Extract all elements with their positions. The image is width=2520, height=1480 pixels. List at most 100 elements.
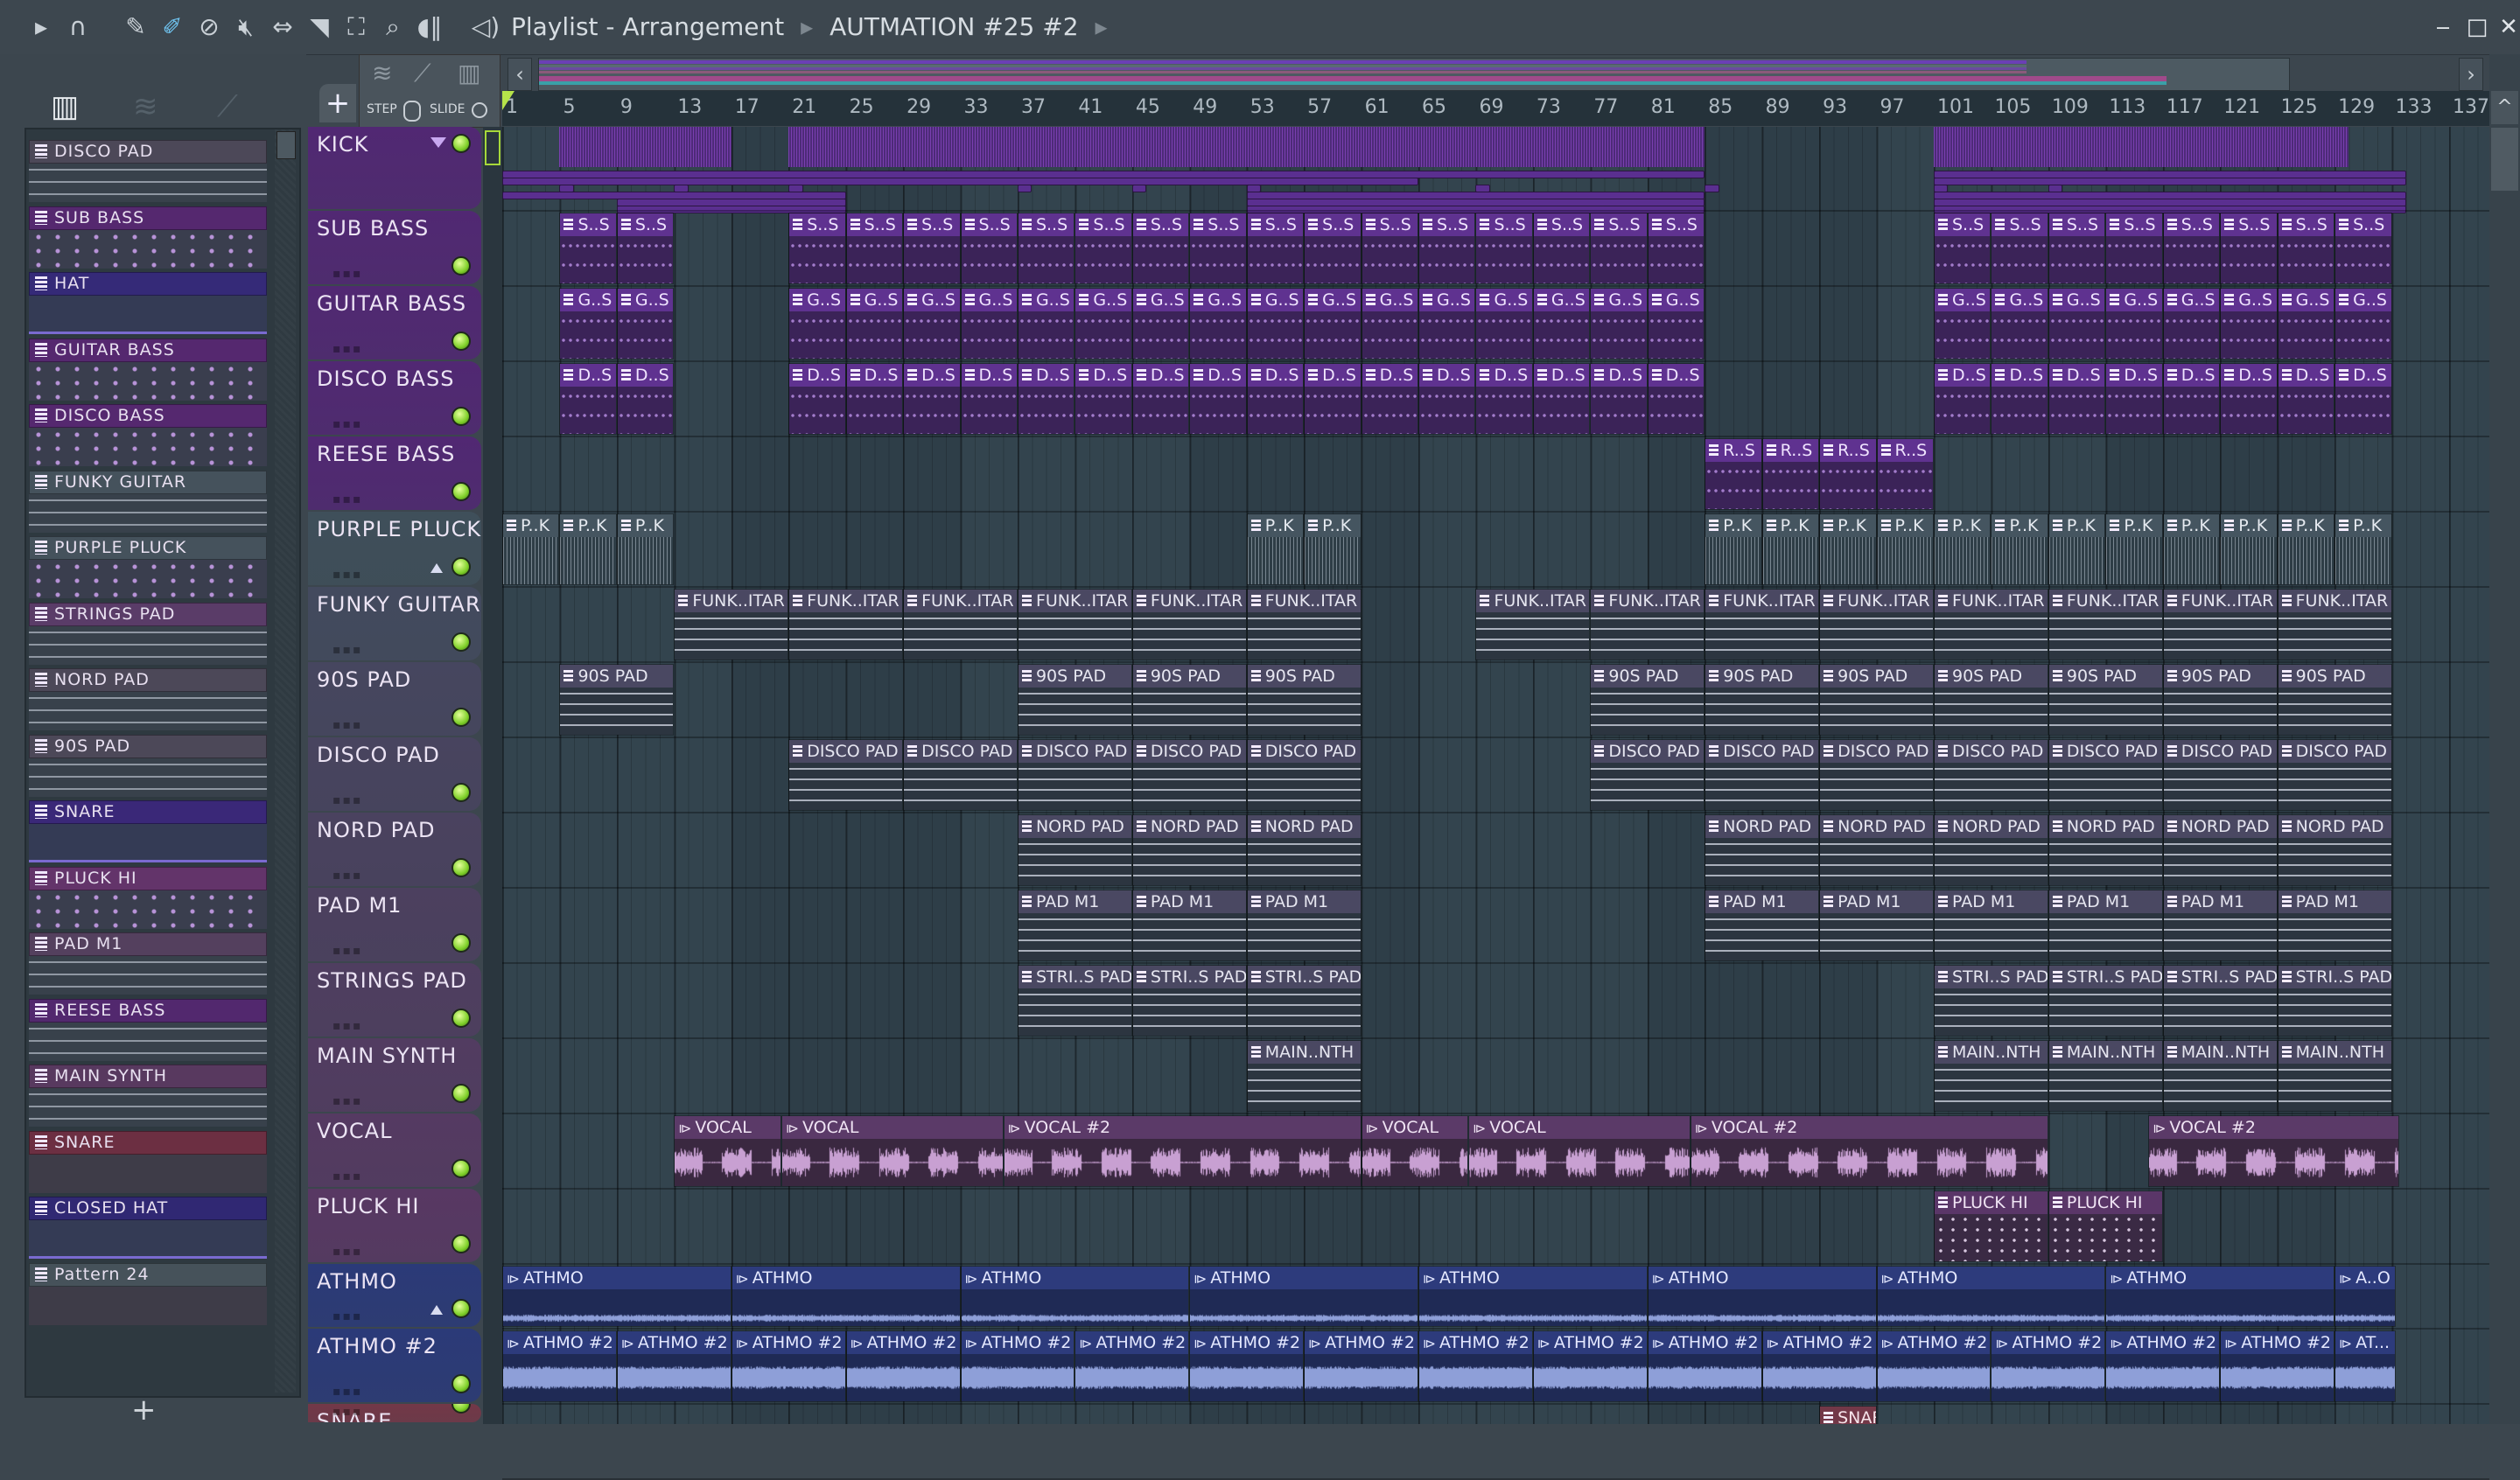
track-mute-led[interactable] — [452, 482, 471, 501]
track-mute-led[interactable] — [452, 1404, 471, 1414]
audio-clip[interactable]: ⧐ ATHMO #2 — [1647, 1330, 1762, 1402]
clip-header[interactable]: S..S — [1132, 213, 1189, 236]
clip-header[interactable]: NORD PAD — [1018, 815, 1131, 838]
audio-clip[interactable]: ⧐ ATHMO #2 — [616, 1330, 732, 1402]
clip-header[interactable]: ⧐ ATHMO #2 — [1419, 1331, 1532, 1354]
pattern-clip[interactable]: S..S — [2277, 213, 2335, 284]
paint-tool-icon[interactable]: ✐ — [158, 12, 187, 42]
audio-clip[interactable]: ⧐ ATHMO #2 — [2220, 1330, 2335, 1402]
vertical-scrollbar-thumb[interactable] — [2491, 128, 2518, 191]
pattern-clip[interactable]: DISCO PAD — [2048, 739, 2163, 811]
pattern-clip[interactable]: D..S — [2220, 363, 2278, 435]
clip-header[interactable]: FUNK..ITAR — [904, 590, 1017, 612]
clip-header[interactable]: DISCO PAD — [1132, 740, 1246, 763]
clip-header[interactable]: ⧐ ATHMO — [1190, 1267, 1418, 1289]
pattern-clip[interactable]: G..S — [788, 288, 846, 360]
track-mute-led[interactable] — [452, 858, 471, 877]
slice-tool-icon[interactable]: ◥ — [304, 12, 334, 42]
clip-header[interactable]: P..K — [2163, 514, 2220, 537]
clip-header[interactable]: DISCO PAD — [1247, 740, 1361, 763]
clip-header[interactable]: ⧐ VOCAL #2 — [1690, 1116, 2048, 1139]
clip-header[interactable]: S..S — [2278, 213, 2334, 236]
audio-clip[interactable]: ⧐ ATHMO #2 — [1304, 1330, 1419, 1402]
clip-header[interactable]: D..S — [1476, 364, 1532, 387]
picker-item[interactable]: PLUCK HI — [29, 866, 267, 930]
clip-header[interactable]: P..K — [1762, 514, 1819, 537]
track-mute-led[interactable] — [452, 1159, 471, 1178]
pattern-clip[interactable]: FUNK..ITAR — [1246, 589, 1362, 660]
pattern-clip[interactable]: FUNK..ITAR — [1590, 589, 1705, 660]
pattern-clip[interactable]: D..S — [2162, 363, 2221, 435]
track-more-icon[interactable]: ▪▪▪ — [332, 869, 362, 883]
track-header[interactable]: SNARE ▪▪▪ — [308, 1404, 481, 1422]
pattern-clip[interactable]: 90S PAD — [2162, 664, 2278, 736]
clip-header[interactable]: STRI..S PAD — [1132, 966, 1246, 988]
pattern-clip[interactable]: S..S — [2334, 213, 2392, 284]
pattern-clip[interactable]: 90S PAD — [559, 664, 675, 736]
clip-header[interactable]: ⧐ ATHMO — [2106, 1267, 2334, 1289]
clip-header[interactable]: ⧐ ATHMO #2 — [961, 1331, 1074, 1354]
piano-icon[interactable]: ▥ — [51, 89, 79, 124]
pattern-clip[interactable]: PAD M1 — [1246, 890, 1362, 961]
pattern-clip[interactable]: STRI..S PAD — [2277, 965, 2392, 1037]
clip-header[interactable]: 90S PAD — [1132, 665, 1246, 688]
track-header[interactable]: NORD PAD ▪▪▪ — [308, 813, 481, 886]
pattern-clip[interactable]: FUNK..ITAR — [1819, 589, 1934, 660]
pattern-clip[interactable]: G..S — [1304, 288, 1362, 360]
audio-clip[interactable]: ⧐ ATHMO — [1418, 1266, 1648, 1327]
picker-item[interactable]: PURPLE PLUCK — [29, 536, 267, 599]
track-header[interactable]: 90S PAD ▪▪▪ — [308, 662, 481, 736]
pattern-clip[interactable]: DISCO PAD — [1819, 739, 1934, 811]
pattern-clip[interactable]: D..S — [1991, 363, 2048, 435]
audio-clip[interactable]: ⧐ ATHMO — [731, 1266, 961, 1327]
clip-header[interactable]: G..S — [2221, 289, 2277, 311]
clip-header[interactable]: ⧐ ATHMO #2 — [1648, 1331, 1761, 1354]
pattern-clip[interactable]: G..S — [1475, 288, 1533, 360]
clip-header[interactable]: 90S PAD — [1820, 665, 1933, 688]
clip-header[interactable]: S..S — [904, 213, 960, 236]
clip-header[interactable]: ⧐ ATHMO — [1877, 1267, 2105, 1289]
track-header[interactable]: PURPLE PLUCK ▪▪▪ — [308, 512, 481, 585]
clip-header[interactable]: 90S PAD — [1935, 665, 2048, 688]
kick-lane-selector[interactable] — [485, 130, 500, 165]
clip-header[interactable]: S..S — [846, 213, 903, 236]
pattern-clip[interactable]: D..S — [1590, 363, 1648, 435]
clip-header[interactable]: DISCO PAD — [1591, 740, 1704, 763]
kick-lane-clip[interactable] — [1131, 185, 1147, 192]
pattern-clip[interactable]: D..S — [845, 363, 904, 435]
audio-clip[interactable]: ⧐ VOCAL #2 — [2148, 1115, 2399, 1187]
pattern-clip[interactable]: PAD M1 — [1704, 890, 1820, 961]
audio-clip[interactable]: ⧐ ATHMO #2 — [960, 1330, 1075, 1402]
pattern-clip[interactable]: D..S — [1131, 363, 1190, 435]
audio-clip[interactable]: ⧐ ATHMO #2 — [731, 1330, 846, 1402]
pattern-clip[interactable]: P..K — [2220, 513, 2278, 585]
clip-header[interactable]: ⧐ VOCAL — [782, 1116, 1003, 1139]
clip-header[interactable]: G..S — [2048, 289, 2105, 311]
audio-clip[interactable]: ⧐ ATHMO — [1876, 1266, 2106, 1327]
pattern-clip[interactable]: G..S — [1017, 288, 1075, 360]
clip-header[interactable]: FUNK..ITAR — [1820, 590, 1933, 612]
track-mute-led[interactable] — [452, 1299, 471, 1318]
pattern-clip[interactable]: FUNK..ITAR — [903, 589, 1018, 660]
audio-clip[interactable]: ⧐ ATHMO — [2105, 1266, 2335, 1327]
pattern-clip[interactable]: PAD M1 — [1819, 890, 1934, 961]
pattern-clip[interactable]: D..S — [1647, 363, 1705, 435]
audio-clip[interactable]: ⧐ ATHMO — [1647, 1266, 1877, 1327]
pattern-clip[interactable]: G..S — [1532, 288, 1591, 360]
pattern-clip[interactable]: P..K — [502, 513, 560, 585]
clip-header[interactable]: ⧐ ATHMO #2 — [1992, 1331, 2105, 1354]
picker-item[interactable]: GUITAR BASS — [29, 338, 267, 401]
clip-header[interactable]: D..S — [2106, 364, 2162, 387]
pattern-clip[interactable]: P..K — [1246, 513, 1305, 585]
pattern-clip[interactable]: G..S — [2277, 288, 2335, 360]
clip-header[interactable]: DISCO PAD — [2048, 740, 2162, 763]
track-more-icon[interactable]: ▪▪▪ — [332, 1019, 362, 1033]
clip-header[interactable]: D..S — [846, 364, 903, 387]
pattern-clip[interactable]: S..S — [1991, 213, 2048, 284]
clip-header[interactable]: ⧐ VOCAL — [1469, 1116, 1690, 1139]
audio-clip[interactable]: ⧐ ATHMO #2 — [1074, 1330, 1190, 1402]
pattern-clip[interactable]: NORD PAD — [2277, 814, 2392, 886]
mute-tool-icon[interactable]: 🔇︎ — [231, 12, 261, 42]
clip-header[interactable]: S..S — [1190, 213, 1246, 236]
pattern-clip[interactable]: G..S — [2220, 288, 2278, 360]
